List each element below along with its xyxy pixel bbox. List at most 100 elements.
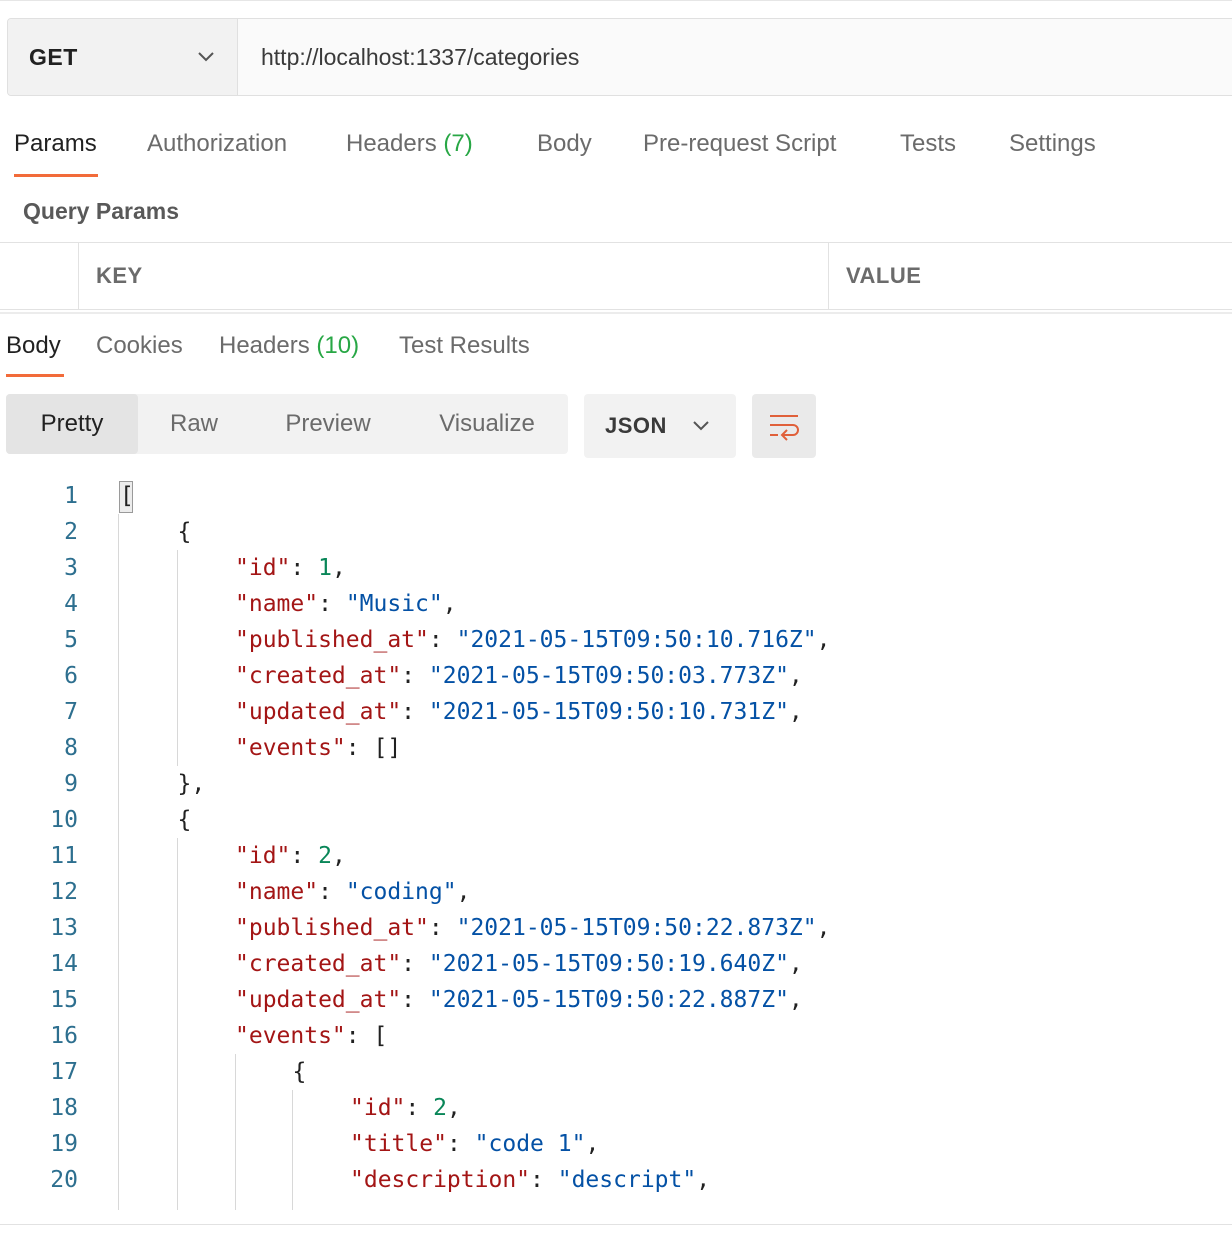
- line-number: 15: [50, 987, 78, 1013]
- code-text: "id": 2,: [235, 843, 346, 869]
- chevron-down-icon: [198, 52, 214, 62]
- tab-label: Cookies: [96, 332, 183, 359]
- code-line: 14 "created_at": "2021-05-15T09:50:19.640…: [0, 946, 1232, 982]
- format-label: JSON: [605, 413, 667, 438]
- code-line: 7 "updated_at": "2021-05-15T09:50:10.731Z…: [0, 694, 1232, 730]
- line-number: 12: [50, 879, 78, 905]
- wrap-lines-button[interactable]: [752, 394, 816, 458]
- tab-pre-request-script[interactable]: Pre-request Script: [643, 130, 836, 158]
- code-line: 12 "name": "coding",: [0, 874, 1232, 910]
- response-tab-test-results[interactable]: Test Results: [399, 332, 530, 360]
- tab-label: Settings: [1009, 130, 1096, 157]
- code-line: 1[: [0, 478, 1232, 514]
- tab-label: Authorization: [147, 130, 288, 157]
- tab-headers[interactable]: Headers (7): [346, 130, 473, 158]
- line-number: 7: [64, 699, 78, 725]
- code-text: "description": "descript",: [350, 1167, 711, 1193]
- tab-authorization[interactable]: Authorization: [147, 130, 287, 158]
- format-select[interactable]: JSON: [584, 394, 736, 458]
- code-line: 2{: [0, 514, 1232, 550]
- code-line: 18 "id": 2,: [0, 1090, 1232, 1126]
- pane-divider[interactable]: [0, 312, 1232, 314]
- bottom-border: [0, 1224, 1232, 1225]
- wrap-lines-icon: [770, 415, 799, 441]
- code-text: "id": 1,: [235, 555, 346, 581]
- tab-label: Body: [6, 332, 61, 359]
- code-text: },: [177, 771, 206, 797]
- chevron-down-icon: [693, 421, 709, 431]
- line-number: 13: [50, 915, 78, 941]
- code-line: 3 "id": 1,: [0, 550, 1232, 586]
- line-number: 10: [50, 807, 78, 833]
- code-text: "created_at": "2021-05-15T09:50:03.773Z"…: [235, 663, 803, 689]
- tab-params[interactable]: Params: [14, 130, 97, 158]
- tab-settings[interactable]: Settings: [1009, 130, 1096, 158]
- tab-label: Body: [537, 130, 592, 157]
- tab-label: Headers: [346, 130, 437, 157]
- code-text: [: [120, 483, 134, 509]
- code-line: 9},: [0, 766, 1232, 802]
- code-text: {: [177, 807, 192, 833]
- code-line: 11 "id": 2,: [0, 838, 1232, 874]
- code-text: "name": "coding",: [235, 879, 471, 905]
- code-line: 16 "events": [: [0, 1018, 1232, 1054]
- value-column-header: VALUE: [846, 263, 922, 288]
- bottom-clip: [0, 1210, 1232, 1224]
- mode-visualize[interactable]: Visualize: [406, 394, 568, 454]
- code-line: 19 "title": "code 1",: [0, 1126, 1232, 1162]
- key-column-header: KEY: [96, 263, 143, 288]
- tab-tests[interactable]: Tests: [900, 130, 956, 158]
- code-text: "created_at": "2021-05-15T09:50:19.640Z"…: [235, 951, 803, 977]
- code-line: 10 {: [0, 802, 1232, 838]
- line-number: 2: [64, 519, 78, 545]
- code-line: 8 "events": []: [0, 730, 1232, 766]
- line-number: 18: [50, 1095, 78, 1121]
- method-label: GET: [29, 43, 78, 70]
- top-border: [0, 0, 1232, 1]
- response-tab-body[interactable]: Body: [6, 332, 61, 360]
- code-text: {: [292, 1059, 307, 1085]
- request-bar: GET http://localhost:1337/categories: [7, 18, 1232, 96]
- url-input[interactable]: http://localhost:1337/categories: [238, 19, 1232, 95]
- code-line: 6 "created_at": "2021-05-15T09:50:03.773Z…: [0, 658, 1232, 694]
- active-response-tab-indicator: [6, 374, 64, 377]
- line-number: 6: [64, 663, 78, 689]
- code-line: 17 {: [0, 1054, 1232, 1090]
- code-line: 5 "published_at": "2021-05-15T09:50:10.71…: [0, 622, 1232, 658]
- active-tab-indicator: [14, 174, 98, 177]
- headers-count-badge: (7): [443, 130, 473, 157]
- code-line: 20 "description": "descript",: [0, 1162, 1232, 1198]
- code-text: "id": 2,: [350, 1095, 461, 1121]
- code-text: "published_at": "2021-05-15T09:50:22.873…: [235, 915, 831, 941]
- line-number: 5: [64, 627, 78, 653]
- code-text: "published_at": "2021-05-15T09:50:10.716…: [235, 627, 831, 653]
- method-select[interactable]: GET: [8, 19, 238, 95]
- line-number: 14: [50, 951, 78, 977]
- line-number: 8: [64, 735, 78, 761]
- line-number: 4: [64, 591, 78, 617]
- mode-pretty[interactable]: Pretty: [6, 394, 138, 454]
- line-number: 11: [50, 843, 78, 869]
- line-number: 9: [64, 771, 78, 797]
- tab-label: Pre-request Script: [643, 130, 837, 157]
- tab-label: Tests: [900, 130, 957, 157]
- response-body-editor[interactable]: 1[2{3 "id": 1, 4 "name": "Music", 5 "publishe…: [0, 478, 1232, 1210]
- tab-body[interactable]: Body: [537, 130, 592, 158]
- code-text: "title": "code 1",: [350, 1131, 600, 1157]
- code-text: {: [177, 519, 192, 545]
- response-tabs: Body Cookies Headers (10) Test Results: [0, 326, 1232, 380]
- code-text: "events": []: [235, 735, 402, 761]
- tab-label: Test Results: [399, 332, 530, 359]
- query-params-table: KEY VALUE: [0, 242, 1232, 310]
- response-tab-headers[interactable]: Headers (10): [219, 332, 359, 360]
- line-number: 3: [64, 555, 78, 581]
- mode-raw[interactable]: Raw: [138, 394, 250, 454]
- response-tab-cookies[interactable]: Cookies: [96, 332, 183, 360]
- mode-preview[interactable]: Preview: [250, 394, 406, 454]
- query-params-title: Query Params: [23, 198, 179, 224]
- tab-label: Params: [14, 130, 97, 157]
- code-text: "events": [: [235, 1023, 388, 1049]
- column-divider: [78, 243, 79, 309]
- code-line: 13 "published_at": "2021-05-15T09:50:22.8…: [0, 910, 1232, 946]
- request-tabs: Params Authorization Headers (7) Body Pr…: [0, 120, 1232, 180]
